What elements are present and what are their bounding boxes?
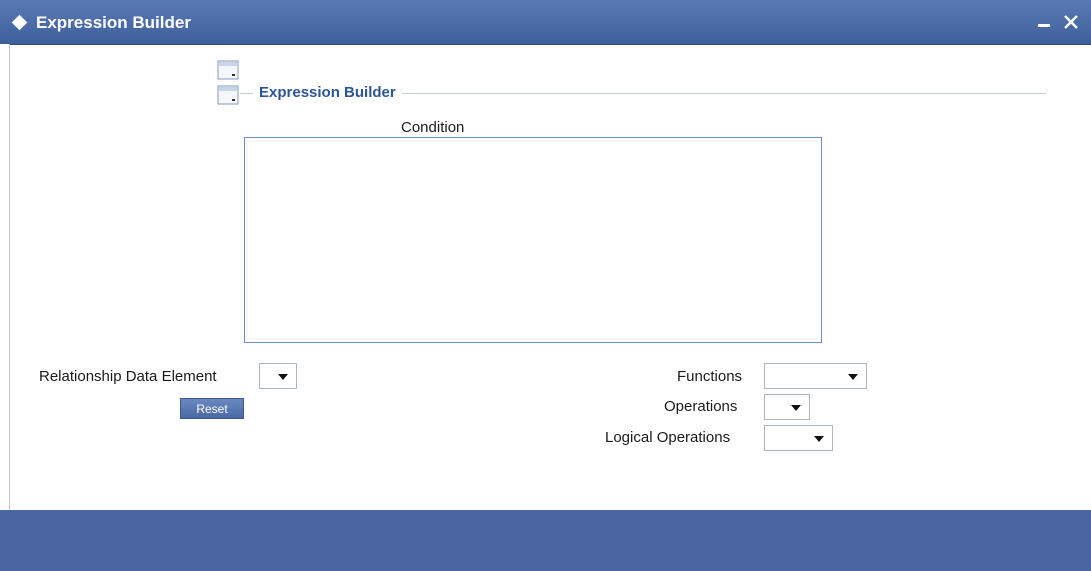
logical-operations-label: Logical Operations <box>605 429 731 446</box>
functions-select[interactable] <box>764 363 867 389</box>
footer-bar <box>0 510 1091 571</box>
document-icon[interactable] <box>217 60 239 80</box>
section-title: Expression Builder <box>253 84 402 101</box>
condition-textarea[interactable] <box>244 137 822 343</box>
operations-select[interactable] <box>764 394 810 420</box>
operations-label: Operations <box>664 398 738 415</box>
chevron-down-icon <box>791 405 801 411</box>
relationship-data-element-select[interactable] <box>259 363 297 389</box>
condition-label: Condition <box>401 119 465 136</box>
minimize-icon[interactable] <box>1038 24 1050 27</box>
logical-operations-select[interactable] <box>764 425 833 451</box>
chevron-down-icon <box>278 374 288 380</box>
relationship-data-element-label: Relationship Data Element <box>39 368 217 385</box>
window-left-edge <box>0 44 10 510</box>
functions-label: Functions <box>677 368 743 385</box>
diamond-icon <box>11 14 28 31</box>
document-icon[interactable] <box>217 85 239 105</box>
title-bar: Expression Builder <box>0 0 1091 45</box>
reset-button[interactable]: Reset <box>180 398 244 419</box>
window-title: Expression Builder <box>36 13 191 32</box>
chevron-down-icon <box>848 374 858 380</box>
chevron-down-icon <box>814 436 824 442</box>
close-icon[interactable] <box>1060 11 1082 33</box>
